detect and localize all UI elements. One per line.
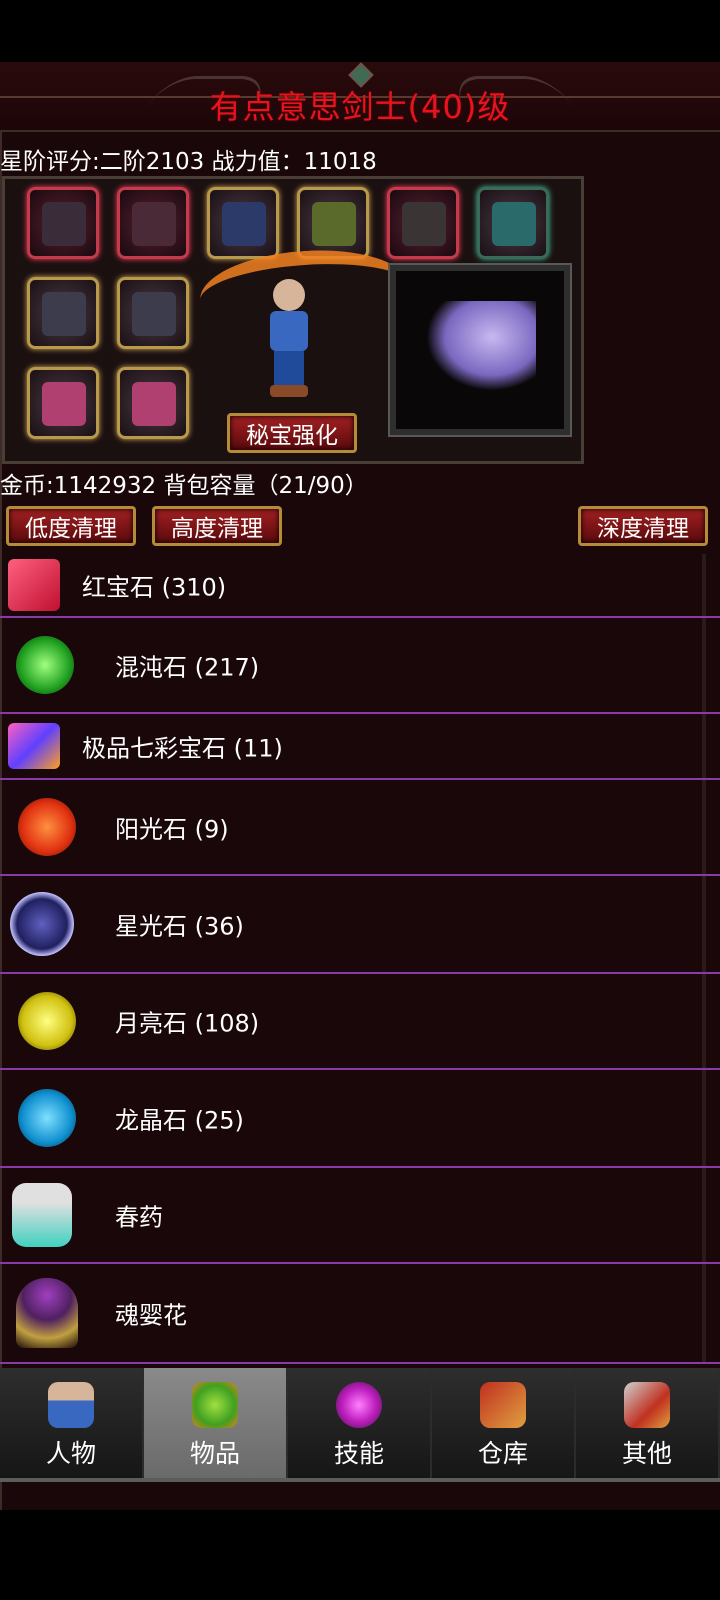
tab-other[interactable]: 其他: [576, 1368, 720, 1478]
armor-icon: [132, 202, 176, 246]
system-nav-area: [0, 1510, 720, 1600]
shoulder-icon: [222, 202, 266, 246]
equipment-panel: 秘宝强化: [2, 176, 584, 464]
item-name: 红宝石 (310): [82, 573, 227, 602]
tab-label: 技能: [333, 1439, 384, 1468]
potion-bottle-icon: [12, 1183, 72, 1247]
character-avatar: [260, 279, 320, 409]
title-banner: 有点意思剑士(40)级: [0, 62, 720, 130]
mount-slot[interactable]: [388, 263, 572, 437]
game-screen: 有点意思剑士(40)级 星阶评分:二阶2103 战力值：11018 秘宝强化 金…: [0, 62, 720, 1510]
dragon-mount-icon: [426, 301, 536, 391]
item-name: 龙晶石 (25): [115, 1106, 244, 1135]
equip-slot-weapon-1[interactable]: [27, 277, 99, 349]
equip-slot-ring-1[interactable]: [27, 367, 99, 439]
equip-slot-ring-2[interactable]: [117, 367, 189, 439]
page-title: 有点意思剑士(40)级: [209, 88, 511, 126]
ring-icon: [42, 382, 86, 426]
list-item[interactable]: 极品七彩宝石 (11): [0, 714, 720, 780]
equip-slot-pants[interactable]: [387, 187, 459, 259]
item-name: 阳光石 (9): [115, 815, 229, 844]
item-name: 星光石 (36): [115, 912, 244, 941]
pants-icon: [402, 202, 446, 246]
rating-and-power-text: 星阶评分:二阶2103 战力值：11018: [0, 149, 377, 175]
tab-label: 其他: [621, 1439, 672, 1468]
chaos-stone-icon: [16, 636, 74, 694]
high-clean-button[interactable]: 高度清理: [152, 506, 282, 546]
pet-icon: [492, 202, 536, 246]
list-item[interactable]: 春药: [0, 1168, 720, 1264]
tab-skills[interactable]: 技能: [288, 1368, 432, 1478]
tab-warehouse[interactable]: 仓库: [432, 1368, 576, 1478]
list-item[interactable]: 混沌石 (217): [0, 618, 720, 714]
low-clean-button[interactable]: 低度清理: [6, 506, 136, 546]
list-item[interactable]: 魂婴花: [0, 1264, 720, 1364]
equip-slot-weapon-2[interactable]: [117, 277, 189, 349]
tab-character[interactable]: 人物: [0, 1368, 144, 1478]
item-name: 魂婴花: [115, 1301, 187, 1330]
equip-slot-helmet[interactable]: [27, 187, 99, 259]
soul-flower-icon: [16, 1278, 78, 1348]
sunlight-stone-icon: [18, 798, 76, 856]
bracer-icon: [312, 202, 356, 246]
ring-icon: [132, 382, 176, 426]
sword-icon: [132, 292, 176, 336]
gold-and-bag-capacity: 金币:1142932 背包容量（21/90）: [0, 473, 368, 499]
equip-slot-armor[interactable]: [117, 187, 189, 259]
other-icon: [624, 1382, 670, 1428]
bottom-tab-bar: 人物 物品 技能 仓库 其他: [0, 1368, 720, 1482]
tab-label: 人物: [45, 1439, 96, 1468]
treasure-enhance-button[interactable]: 秘宝强化: [227, 413, 357, 453]
list-item[interactable]: 龙晶石 (25): [0, 1070, 720, 1168]
tab-items[interactable]: 物品: [144, 1368, 288, 1478]
ruby-icon: [8, 559, 60, 611]
helmet-icon: [42, 202, 86, 246]
item-name: 混沌石 (217): [115, 653, 260, 682]
list-item[interactable]: 红宝石 (310): [0, 554, 720, 618]
dragon-crystal-icon: [18, 1089, 76, 1147]
sword-icon: [42, 292, 86, 336]
tab-label: 仓库: [477, 1439, 528, 1468]
list-item[interactable]: 星光石 (36): [0, 876, 720, 974]
character-icon: [48, 1382, 94, 1428]
item-name: 极品七彩宝石 (11): [82, 734, 283, 763]
list-item[interactable]: 月亮石 (108): [0, 974, 720, 1070]
equip-slot-bracer[interactable]: [297, 187, 369, 259]
item-list: 红宝石 (310) 混沌石 (217) 极品七彩宝石 (11) 阳光石 (9) …: [0, 554, 720, 1380]
starlight-stone-icon: [10, 892, 74, 956]
equip-slot-pet[interactable]: [477, 187, 549, 259]
items-icon: [192, 1382, 238, 1428]
item-name: 月亮石 (108): [115, 1009, 260, 1038]
rainbow-gem-icon: [8, 723, 60, 769]
warehouse-icon: [480, 1382, 526, 1428]
tab-label: 物品: [189, 1439, 240, 1468]
moon-stone-icon: [18, 992, 76, 1050]
deep-clean-button[interactable]: 深度清理: [578, 506, 708, 546]
skills-icon: [336, 1382, 382, 1428]
equip-slot-shoulder[interactable]: [207, 187, 279, 259]
list-item[interactable]: 阳光石 (9): [0, 780, 720, 876]
item-name: 春药: [115, 1203, 163, 1232]
